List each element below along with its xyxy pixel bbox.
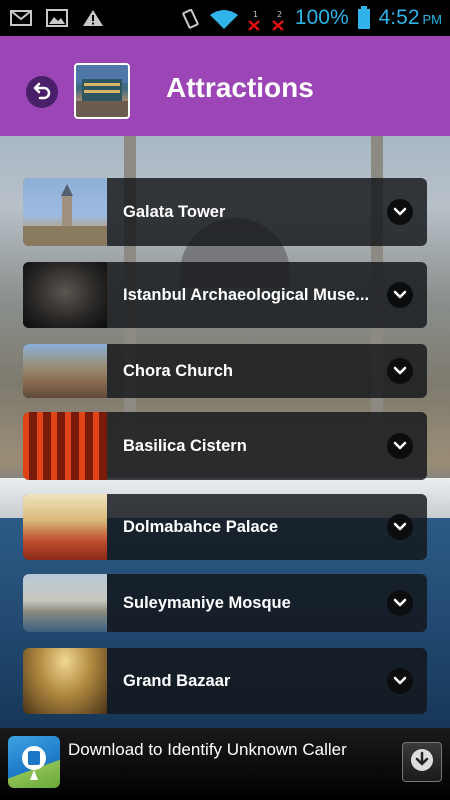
suleymaniye-mosque-thumbnail bbox=[23, 574, 107, 632]
clock: 4:52 PM bbox=[378, 6, 442, 29]
list-item-grand-bazaar[interactable]: Grand Bazaar bbox=[23, 648, 427, 714]
status-bar: 1 2 100% 4:52 PM bbox=[0, 0, 450, 36]
grand-bazaar-thumbnail bbox=[23, 648, 107, 714]
warning-icon bbox=[82, 9, 104, 27]
download-button[interactable] bbox=[402, 742, 442, 782]
gmail-icon bbox=[10, 9, 32, 27]
back-button[interactable] bbox=[26, 76, 58, 108]
chora-church-thumbnail bbox=[23, 344, 107, 398]
list-item-suleymaniye-mosque[interactable]: Suleymaniye Mosque bbox=[23, 574, 427, 632]
list-item-label: Basilica Cistern bbox=[123, 436, 247, 455]
chevron-down-icon[interactable] bbox=[387, 514, 413, 540]
ad-banner[interactable]: Download to Identify Unknown Caller bbox=[0, 728, 450, 800]
chevron-down-icon[interactable] bbox=[387, 358, 413, 384]
caller-id-app-icon[interactable] bbox=[8, 736, 60, 788]
chevron-down-icon[interactable] bbox=[387, 590, 413, 616]
vibrate-icon bbox=[179, 8, 201, 29]
list-item-istanbul-archaeological-museum[interactable]: Istanbul Archaeological Muse... bbox=[23, 262, 427, 328]
chevron-down-icon[interactable] bbox=[387, 282, 413, 308]
list-item-dolmabahce-palace[interactable]: Dolmabahce Palace bbox=[23, 494, 427, 560]
list-item-label: Istanbul Archaeological Muse... bbox=[123, 285, 370, 304]
chevron-down-icon[interactable] bbox=[387, 668, 413, 694]
battery-percent: 100% bbox=[294, 6, 349, 29]
download-icon bbox=[409, 747, 435, 778]
sim2-no-signal-icon: 2 bbox=[271, 9, 287, 31]
ad-text: Download to Identify Unknown Caller bbox=[68, 740, 347, 759]
status-right: 1 2 100% 4:52 PM bbox=[179, 0, 442, 36]
list-item-label: Galata Tower bbox=[123, 202, 226, 221]
chevron-down-icon[interactable] bbox=[387, 199, 413, 225]
archaeological-museum-thumbnail bbox=[23, 262, 107, 328]
list-item-galata-tower[interactable]: Galata Tower bbox=[23, 178, 427, 246]
list-item-label: Chora Church bbox=[123, 361, 234, 380]
sim1-no-signal-icon: 1 bbox=[247, 9, 263, 31]
chevron-down-icon[interactable] bbox=[387, 433, 413, 459]
list-item-label: Suleymaniye Mosque bbox=[123, 593, 291, 612]
svg-text:2: 2 bbox=[277, 10, 282, 19]
svg-text:1: 1 bbox=[253, 10, 258, 19]
notification-icons bbox=[0, 9, 104, 27]
image-icon bbox=[46, 9, 68, 27]
basilica-cistern-thumbnail bbox=[23, 412, 107, 480]
list-item-label: Dolmabahce Palace bbox=[123, 517, 278, 536]
battery-icon bbox=[357, 6, 371, 30]
header-thumbnail bbox=[74, 63, 130, 119]
back-arrow-icon bbox=[32, 80, 52, 105]
list-item-chora-church[interactable]: Chora Church bbox=[23, 344, 427, 398]
dolmabahce-palace-thumbnail bbox=[23, 494, 107, 560]
page-title: Attractions bbox=[166, 72, 314, 103]
wifi-icon bbox=[209, 9, 239, 29]
galata-tower-thumbnail bbox=[23, 178, 107, 246]
app-header: Attractions bbox=[0, 36, 450, 136]
list-item-label: Grand Bazaar bbox=[123, 671, 231, 690]
attractions-list: Galata Tower Istanbul Archaeological Mus… bbox=[0, 136, 450, 728]
list-item-basilica-cistern[interactable]: Basilica Cistern bbox=[23, 412, 427, 480]
